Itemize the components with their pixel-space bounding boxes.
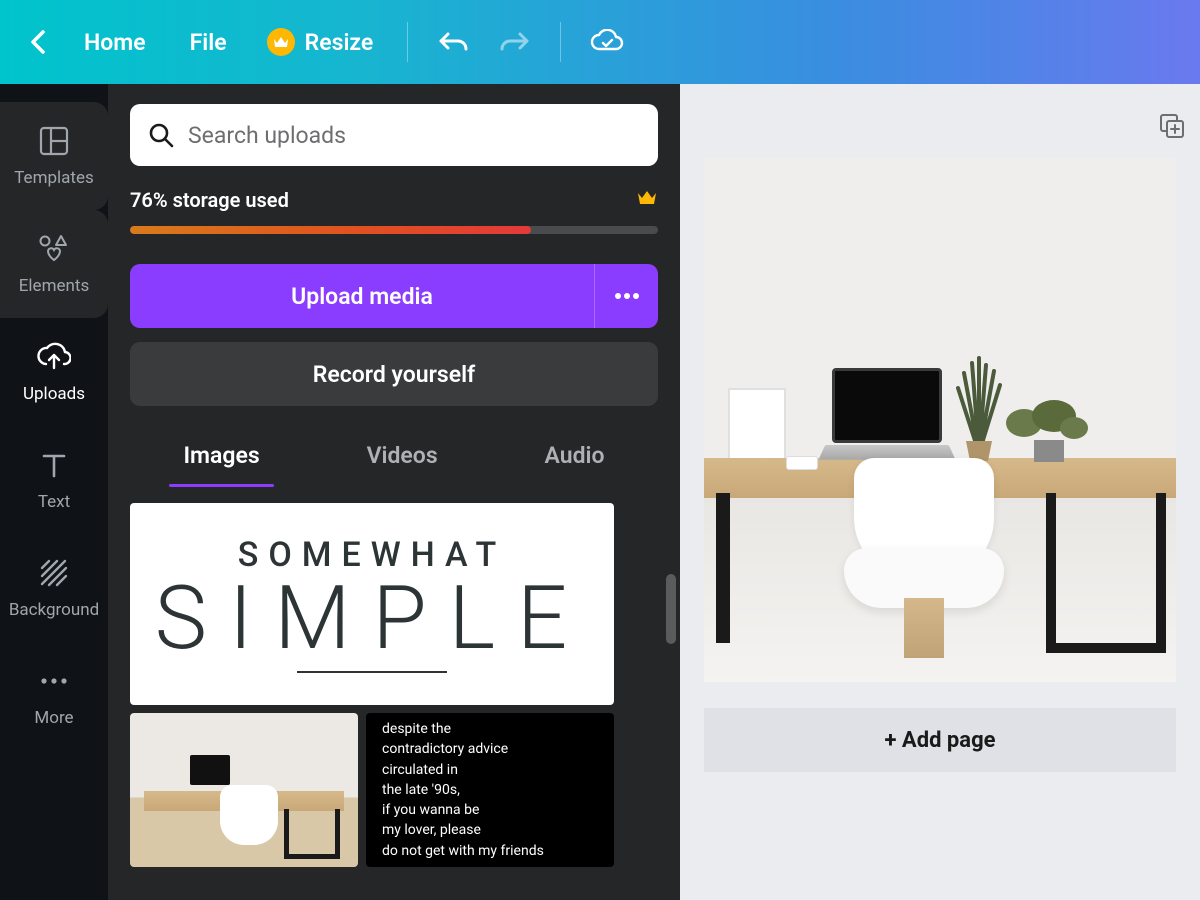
add-page-button[interactable]: + Add page bbox=[704, 708, 1176, 772]
crown-icon bbox=[636, 188, 658, 212]
file-menu[interactable]: File bbox=[172, 21, 245, 64]
storage-bar-fill bbox=[130, 226, 531, 234]
rail-label: Elements bbox=[19, 276, 89, 296]
uploads-icon bbox=[37, 340, 71, 374]
duplicate-page-button[interactable] bbox=[1158, 112, 1186, 144]
side-rail: Templates Elements Uploads Text Backgrou… bbox=[0, 84, 108, 900]
upload-thumbnail[interactable]: SOMEWHAT SIMPLE bbox=[130, 503, 614, 705]
tab-videos[interactable]: Videos bbox=[363, 432, 442, 479]
tab-images[interactable]: Images bbox=[179, 432, 263, 479]
redo-button[interactable] bbox=[488, 16, 540, 68]
elements-icon bbox=[37, 232, 71, 266]
upload-thumbnail[interactable]: despite the contradictory advice circula… bbox=[366, 713, 614, 867]
rail-more[interactable]: More bbox=[0, 642, 108, 750]
storage-text: 76% storage used bbox=[130, 188, 289, 212]
rail-templates[interactable]: Templates bbox=[0, 102, 108, 210]
rail-label: More bbox=[34, 708, 73, 728]
divider bbox=[297, 671, 447, 673]
rail-background[interactable]: Background bbox=[0, 534, 108, 642]
upload-more-button[interactable] bbox=[594, 264, 658, 328]
undo-icon bbox=[438, 29, 470, 55]
more-icon bbox=[37, 664, 71, 698]
chevron-left-icon bbox=[29, 28, 47, 56]
upload-media-button[interactable]: Upload media bbox=[130, 264, 594, 328]
rail-label: Text bbox=[38, 492, 70, 512]
thumb-text: contradictory advice bbox=[382, 739, 598, 759]
thumb-text: my lover, please bbox=[382, 820, 598, 840]
record-yourself-button[interactable]: Record yourself bbox=[130, 342, 658, 406]
panel-scrollbar[interactable] bbox=[666, 574, 676, 644]
top-toolbar: Home File Resize bbox=[0, 0, 1200, 84]
thumb-text: if you wanna be bbox=[382, 800, 598, 820]
design-canvas[interactable] bbox=[704, 158, 1176, 682]
toolbar-divider bbox=[407, 22, 408, 62]
uploads-gallery: SOMEWHAT SIMPLE despite the contradictor… bbox=[130, 503, 658, 867]
resize-label: Resize bbox=[305, 29, 374, 56]
rail-elements[interactable]: Elements bbox=[0, 210, 108, 318]
rail-label: Templates bbox=[14, 168, 94, 188]
uploads-panel: 76% storage used Upload media Record you… bbox=[108, 84, 680, 900]
upload-thumbnail[interactable] bbox=[130, 713, 358, 867]
rail-label: Uploads bbox=[23, 384, 85, 404]
thumb-text: the late '90s, bbox=[382, 780, 598, 800]
templates-icon bbox=[37, 124, 71, 158]
redo-icon bbox=[498, 29, 530, 55]
storage-bar bbox=[130, 226, 658, 234]
text-icon bbox=[37, 448, 71, 482]
rail-text[interactable]: Text bbox=[0, 426, 108, 534]
toolbar-divider bbox=[560, 22, 561, 62]
duplicate-icon bbox=[1158, 112, 1186, 140]
crown-icon bbox=[267, 28, 295, 56]
cloud-sync-button[interactable] bbox=[581, 16, 633, 68]
undo-button[interactable] bbox=[428, 16, 480, 68]
tab-audio[interactable]: Audio bbox=[541, 432, 609, 479]
back-button[interactable] bbox=[18, 22, 58, 62]
thumb-text: SIMPLE bbox=[155, 575, 589, 663]
upload-tabs: Images Videos Audio bbox=[130, 432, 658, 479]
resize-button[interactable]: Resize bbox=[253, 20, 388, 64]
canvas-area: + Add page bbox=[680, 84, 1200, 900]
rail-uploads[interactable]: Uploads bbox=[0, 318, 108, 426]
cloud-check-icon bbox=[589, 29, 625, 55]
thumb-text: circulated in bbox=[382, 760, 598, 780]
rail-label: Background bbox=[9, 600, 99, 620]
background-icon bbox=[37, 556, 71, 590]
search-uploads[interactable] bbox=[130, 104, 658, 166]
home-link[interactable]: Home bbox=[66, 21, 164, 64]
search-input[interactable] bbox=[188, 122, 640, 149]
thumb-text: despite the bbox=[382, 719, 598, 739]
ellipsis-icon bbox=[614, 292, 640, 300]
search-icon bbox=[148, 122, 174, 148]
thumb-text: do not get with my friends bbox=[382, 841, 598, 861]
